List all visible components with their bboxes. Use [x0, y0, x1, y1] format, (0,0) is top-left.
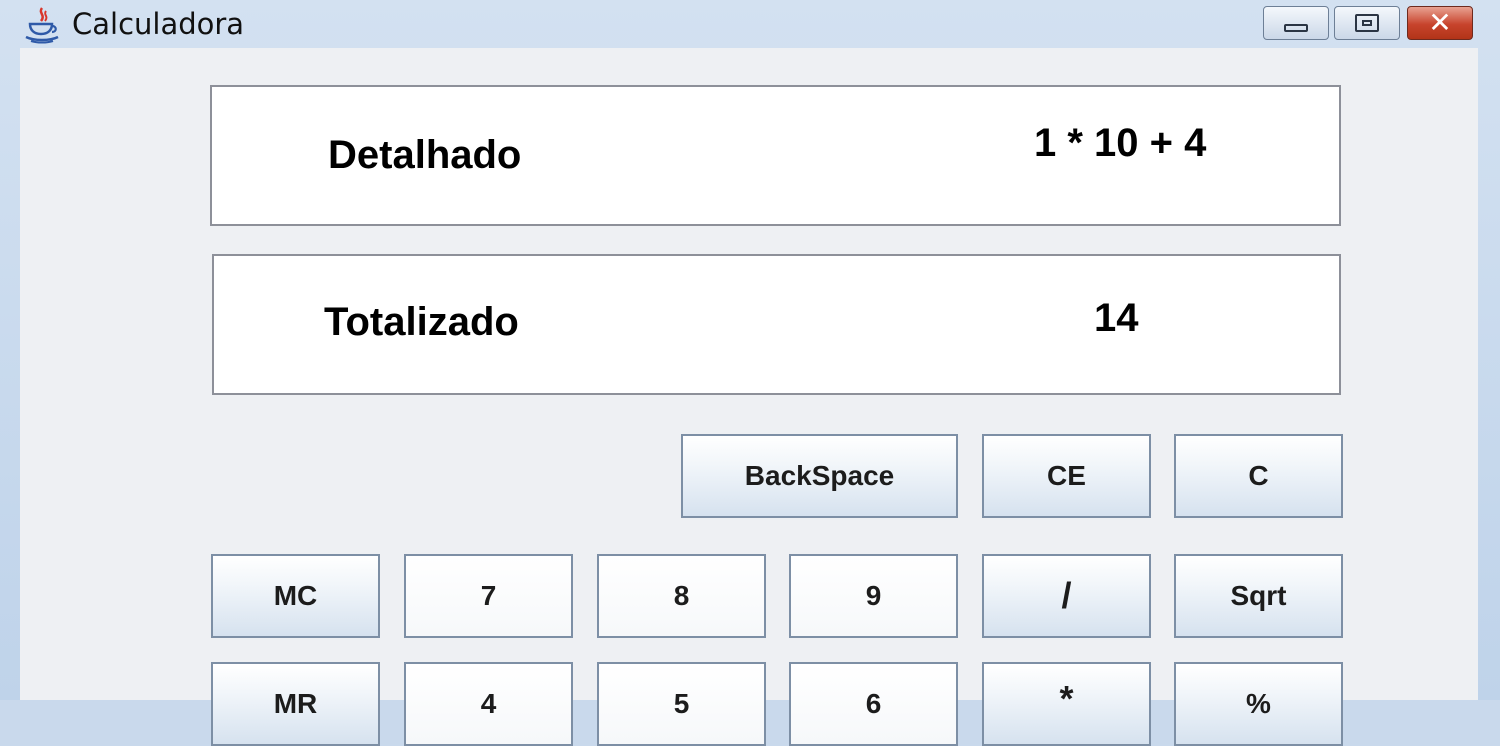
digit-7-button[interactable]: 7 — [404, 554, 573, 638]
percent-button[interactable]: % — [1174, 662, 1343, 746]
minimize-button[interactable] — [1263, 6, 1329, 40]
total-value: 14 — [1094, 296, 1139, 340]
title-bar[interactable]: Calculadora ✕ — [0, 0, 1500, 48]
maximize-icon — [1355, 14, 1379, 32]
divide-button[interactable]: / — [982, 554, 1151, 638]
close-icon: ✕ — [1428, 6, 1452, 39]
detail-display: Detalhado 1 * 10 + 4 — [210, 85, 1341, 226]
clear-button[interactable]: C — [1174, 434, 1343, 518]
sqrt-button[interactable]: Sqrt — [1174, 554, 1343, 638]
digit-9-button[interactable]: 9 — [789, 554, 958, 638]
digit-4-button[interactable]: 4 — [404, 662, 573, 746]
multiply-button[interactable]: * — [982, 662, 1151, 746]
maximize-button[interactable] — [1334, 6, 1400, 40]
calculator-panel: Detalhado 1 * 10 + 4 Totalizado 14 BackS… — [20, 48, 1478, 746]
backspace-button[interactable]: BackSpace — [681, 434, 958, 518]
window-title: Calculadora — [72, 7, 245, 41]
memory-clear-button[interactable]: MC — [211, 554, 380, 638]
total-display: Totalizado 14 — [212, 254, 1341, 395]
detail-label: Detalhado — [328, 133, 522, 177]
close-button[interactable]: ✕ — [1407, 6, 1473, 40]
calculator-window: Calculadora ✕ Detalhado 1 * 10 + 4 Total… — [0, 0, 1500, 746]
java-cup-icon — [25, 7, 59, 44]
digit-5-button[interactable]: 5 — [597, 662, 766, 746]
memory-recall-button[interactable]: MR — [211, 662, 380, 746]
minimize-icon — [1284, 24, 1308, 32]
digit-6-button[interactable]: 6 — [789, 662, 958, 746]
digit-8-button[interactable]: 8 — [597, 554, 766, 638]
detail-value: 1 * 10 + 4 — [1034, 121, 1207, 165]
total-label: Totalizado — [324, 300, 519, 344]
clear-entry-button[interactable]: CE — [982, 434, 1151, 518]
